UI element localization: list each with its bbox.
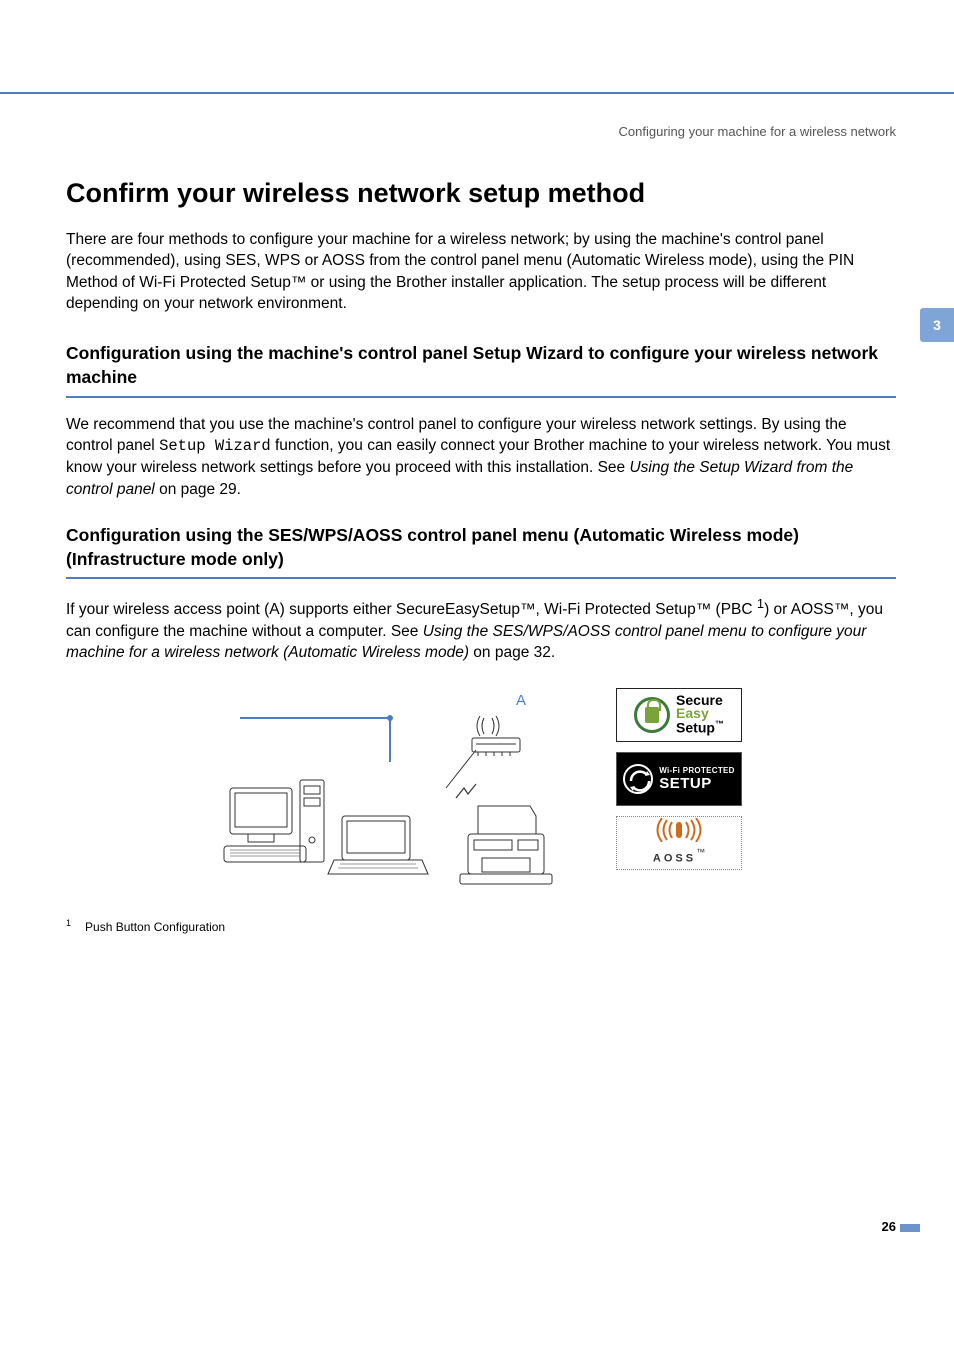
- diagram-illustration: A: [220, 688, 588, 900]
- aoss-waves-icon: [652, 818, 706, 847]
- logo-column: Secure Easy Setup™ Wi-Fi PROTECTED SETUP: [616, 688, 742, 870]
- network-diagram: A: [201, 688, 761, 900]
- intro-paragraph: There are four methods to configure your…: [66, 229, 896, 315]
- wps-arrows-icon: [623, 764, 653, 794]
- running-head: Configuring your machine for a wireless …: [0, 94, 954, 139]
- wps-line1: Wi-Fi PROTECTED: [659, 766, 735, 775]
- access-point-label-a: A: [516, 692, 526, 709]
- aoss-label: AOSS: [653, 853, 696, 865]
- aoss-tm: ™: [696, 847, 705, 857]
- footnote-number: 1: [66, 918, 71, 928]
- secure-easy-setup-logo: Secure Easy Setup™: [616, 688, 742, 742]
- diagram-svg: [220, 688, 588, 900]
- section2-text-a: If your wireless access point (A) suppor…: [66, 601, 757, 618]
- chapter-tab: 3: [920, 308, 954, 342]
- aoss-logo: AOSS™: [616, 816, 742, 870]
- section2-body: If your wireless access point (A) suppor…: [66, 595, 896, 663]
- section1-body: We recommend that you use the machine's …: [66, 414, 896, 501]
- setup-wizard-code: Setup Wizard: [159, 437, 271, 455]
- footnote-1: 1 Push Button Configuration: [66, 918, 896, 934]
- ses-circle-icon: [634, 697, 670, 733]
- page-top-bar: [0, 0, 954, 94]
- section2-text-c: on page 32.: [469, 644, 555, 661]
- ses-tm: ™: [715, 719, 724, 729]
- wifi-protected-setup-logo: Wi-Fi PROTECTED SETUP: [616, 752, 742, 806]
- section1-text-c: on page 29.: [155, 481, 241, 498]
- page-number: 26: [882, 1219, 896, 1234]
- section2-heading: Configuration using the SES/WPS/AOSS con…: [66, 524, 896, 579]
- footnote-text: Push Button Configuration: [85, 920, 225, 934]
- ses-line2: Easy: [676, 707, 724, 720]
- wps-line2: SETUP: [659, 775, 735, 792]
- padlock-icon: [645, 707, 659, 723]
- page-title: Confirm your wireless network setup meth…: [66, 177, 896, 211]
- page-number-bar-icon: [900, 1224, 920, 1232]
- footnote-ref-1[interactable]: 1: [757, 596, 764, 611]
- ses-line3: Setup: [676, 720, 715, 736]
- section1-heading: Configuration using the machine's contro…: [66, 342, 896, 397]
